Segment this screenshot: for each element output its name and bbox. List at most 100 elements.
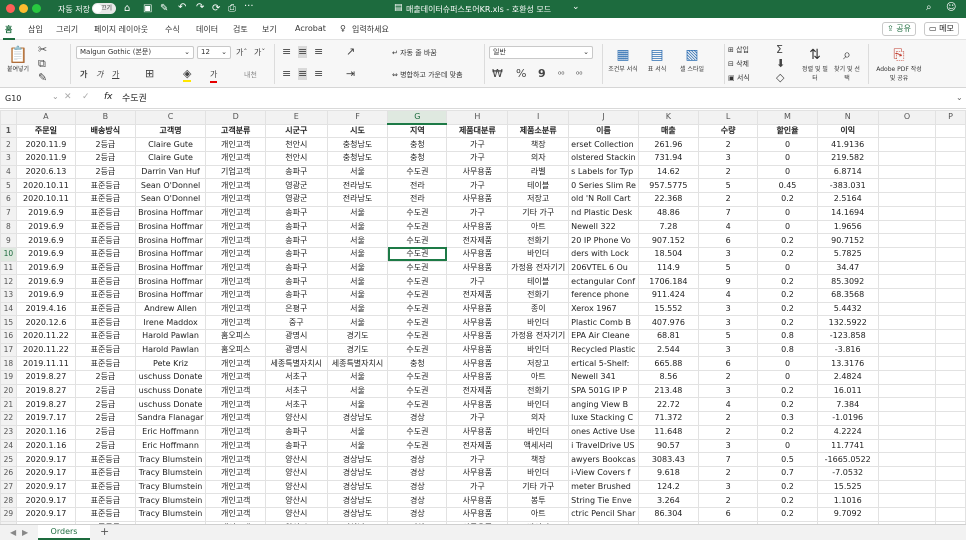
cell[interactable] xyxy=(877,479,937,495)
cell[interactable]: Brosina Hoffmar xyxy=(134,287,207,303)
column-header-f[interactable]: F xyxy=(326,110,389,125)
cell[interactable]: Eric Hoffmann xyxy=(134,438,207,454)
cell[interactable]: 표준등급 xyxy=(75,479,136,495)
cell[interactable]: Newell 341 xyxy=(568,370,639,385)
cell[interactable]: 0 xyxy=(757,205,818,221)
row-header[interactable]: 16 xyxy=(0,329,17,344)
align-center-icon[interactable]: ≡ xyxy=(298,68,308,80)
cell[interactable]: 3 xyxy=(697,301,759,317)
cell[interactable]: 2019.11.11 xyxy=(15,356,77,372)
cell[interactable] xyxy=(935,260,966,276)
cell[interactable]: Sandra Flanagar xyxy=(134,411,207,426)
cell[interactable] xyxy=(877,178,937,194)
cell[interactable]: 홈오피스 xyxy=(205,342,266,358)
edit-icon[interactable]: ✎ xyxy=(160,3,168,14)
minimize-window-button[interactable] xyxy=(19,4,28,13)
tab-formulas[interactable]: 수식 xyxy=(165,24,180,35)
close-window-button[interactable] xyxy=(6,4,15,13)
cell[interactable]: 2.5164 xyxy=(816,192,879,207)
cell[interactable]: 천안시 xyxy=(264,151,328,166)
cell[interactable]: 4 xyxy=(697,219,759,235)
row-header[interactable]: 1 xyxy=(0,123,17,139)
cell[interactable]: 경상남도 xyxy=(326,465,389,481)
cell[interactable] xyxy=(935,370,966,385)
cell[interactable]: 표준등급 xyxy=(75,342,136,358)
cell[interactable]: 경상 xyxy=(387,452,448,467)
cell[interactable]: 0.2 xyxy=(757,274,818,289)
cell[interactable]: 85.3092 xyxy=(816,274,879,289)
cell[interactable]: 2019.6.9 xyxy=(15,233,77,248)
cell[interactable] xyxy=(935,192,966,207)
more-icon[interactable]: ··· xyxy=(244,1,254,12)
cell[interactable]: 0.2 xyxy=(757,493,818,508)
cell[interactable]: 0.2 xyxy=(757,424,818,440)
cell[interactable] xyxy=(935,411,966,426)
cell[interactable]: 2019.7.17 xyxy=(15,411,77,426)
cell[interactable]: 전자제품 xyxy=(446,383,509,399)
conditional-format-button[interactable]: ▦ 조건부 서식 xyxy=(606,44,640,84)
cell[interactable] xyxy=(877,137,937,153)
cell[interactable]: 5 xyxy=(697,329,759,344)
cell[interactable]: 2020.10.11 xyxy=(15,178,77,194)
cell[interactable]: 2019.6.9 xyxy=(15,246,77,262)
align-top-icon[interactable]: ≡ xyxy=(282,46,291,58)
row-header[interactable]: 7 xyxy=(0,205,17,221)
cell[interactable] xyxy=(877,383,937,399)
cell[interactable]: 광명시 xyxy=(264,329,328,344)
cell[interactable]: 2등급 xyxy=(75,137,136,153)
cell[interactable]: 송파구 xyxy=(264,219,328,235)
column-header-h[interactable]: H xyxy=(446,110,509,125)
cell[interactable]: Brosina Hoffmar xyxy=(134,233,207,248)
column-header-i[interactable]: I xyxy=(507,110,570,125)
font-color-button[interactable]: 가 xyxy=(210,69,218,83)
cell[interactable] xyxy=(935,465,966,481)
cell[interactable]: 바인더 xyxy=(507,397,570,413)
cell[interactable]: 개인고객 xyxy=(205,452,266,467)
cell[interactable]: 표준등급 xyxy=(75,356,136,372)
cell[interactable]: 사무용품 xyxy=(446,219,509,235)
cell[interactable]: erset Collection xyxy=(568,137,639,153)
row-header[interactable]: 12 xyxy=(0,274,17,289)
cell[interactable]: 책장 xyxy=(507,137,570,153)
cell[interactable]: 가구 xyxy=(446,205,509,221)
cell[interactable]: ones Active Use xyxy=(568,424,639,440)
cell[interactable]: Claire Gute xyxy=(134,137,207,153)
cell[interactable]: 2020.9.17 xyxy=(15,506,77,522)
cell[interactable]: 2020.1.16 xyxy=(15,424,77,440)
align-bottom-icon[interactable]: ≡ xyxy=(314,46,323,58)
home-icon[interactable]: ⌂ xyxy=(124,3,130,14)
cell[interactable]: 사무용품 xyxy=(446,506,509,522)
cell[interactable]: 표준등급 xyxy=(75,287,136,303)
cell[interactable]: 2019.8.27 xyxy=(15,370,77,385)
cell[interactable]: 2등급 xyxy=(75,397,136,413)
cell[interactable]: 송파구 xyxy=(264,233,328,248)
cell[interactable]: 경상남도 xyxy=(326,506,389,522)
cell[interactable]: 48.86 xyxy=(637,205,699,221)
merge-center-button[interactable]: ⇔ 병합하고 가운데 맞춤 xyxy=(392,70,463,80)
cell[interactable]: ertical 5-Shelf: xyxy=(568,356,639,372)
cell[interactable]: 개인고객 xyxy=(205,233,266,248)
cell[interactable]: 책장 xyxy=(507,452,570,467)
cell[interactable]: 사무용품 xyxy=(446,370,509,385)
column-title-cell[interactable]: 매출 xyxy=(637,123,699,139)
cell[interactable]: ctric Pencil Shar xyxy=(568,506,639,522)
cell[interactable]: Tracy Blumstein xyxy=(134,465,207,481)
cell[interactable]: 71.372 xyxy=(637,411,699,426)
cell[interactable]: Irene Maddox xyxy=(134,315,207,330)
cell[interactable]: 0 xyxy=(757,260,818,276)
cell[interactable]: Claire Gute xyxy=(134,151,207,166)
cell[interactable]: 0.7 xyxy=(757,465,818,481)
cell[interactable]: 0.8 xyxy=(757,342,818,358)
cell[interactable]: 407.976 xyxy=(637,315,699,330)
cell[interactable]: 3 xyxy=(697,479,759,495)
cell[interactable] xyxy=(877,246,937,262)
cell[interactable]: 5 xyxy=(697,178,759,194)
cell[interactable]: nd Plastic Desk xyxy=(568,205,639,221)
row-header[interactable]: 13 xyxy=(0,287,17,303)
cell[interactable]: 가구 xyxy=(446,151,509,166)
cell[interactable]: Darrin Van Huf xyxy=(134,164,207,180)
column-header-k[interactable]: K xyxy=(637,110,699,125)
cell[interactable] xyxy=(877,493,937,508)
shrink-font-button[interactable]: 가ˇ xyxy=(254,47,265,59)
format-cells-button[interactable]: ▣ 서식 xyxy=(728,73,750,83)
